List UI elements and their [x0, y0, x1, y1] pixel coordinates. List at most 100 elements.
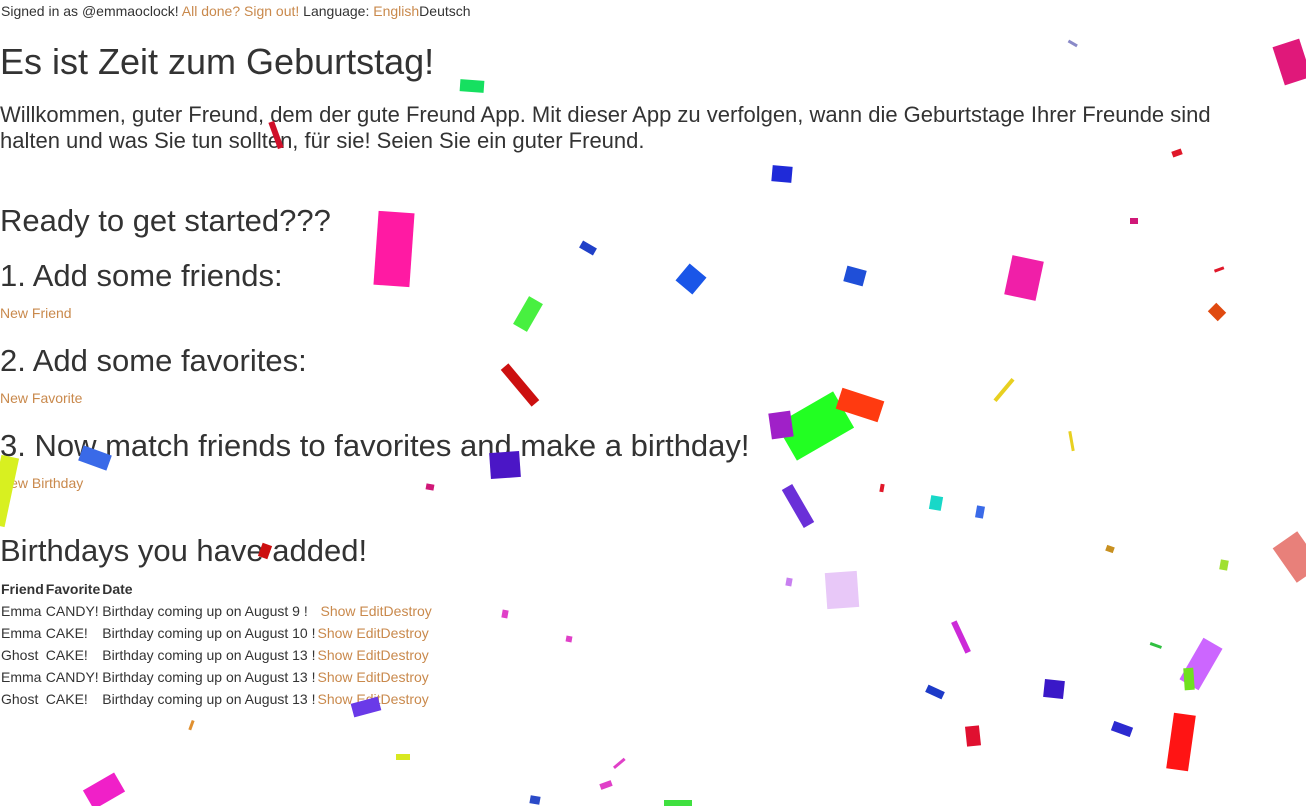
cell-friend: Ghost — [1, 647, 39, 663]
confetti-piece — [1149, 642, 1162, 649]
language-deutsch-link[interactable]: Deutsch — [419, 3, 470, 19]
cell-friend: Emma — [1, 625, 42, 641]
table-row: Ghost CAKE! Birthday coming up on August… — [0, 644, 433, 666]
cell-actions: Show EditDestroy — [317, 622, 433, 644]
confetti-piece — [500, 363, 540, 407]
confetti-piece — [925, 684, 945, 700]
cell-date: Birthday coming up on August 9 ! — [102, 603, 308, 619]
header-actions — [317, 578, 433, 600]
confetti-piece — [188, 719, 195, 731]
top-bar: Signed in as @emmaoclock! All done? Sign… — [1, 2, 471, 20]
language-english-link[interactable]: English — [373, 3, 419, 19]
edit-link[interactable]: Edit — [359, 603, 383, 619]
header-date: Date — [102, 581, 133, 597]
cell-date: Birthday coming up on August 13 ! — [102, 691, 316, 707]
confetti-piece — [1067, 39, 1078, 48]
confetti-piece — [1272, 38, 1306, 86]
cell-favorite: CANDY! — [45, 669, 99, 685]
intro-text: Willkommen, guter Freund, dem der gute F… — [0, 102, 1211, 153]
page: Signed in as @emmaoclock! All done? Sign… — [0, 0, 1306, 806]
confetti-piece — [1219, 559, 1229, 571]
cell-favorite: CANDY! — [45, 603, 99, 619]
confetti-piece — [529, 795, 541, 805]
cell-friend: Ghost — [1, 691, 39, 707]
cell-favorite: CAKE! — [45, 625, 88, 641]
step2-heading: 2. Add some favorites: — [0, 343, 307, 378]
cell-date: Birthday coming up on August 10 ! — [102, 625, 316, 641]
confetti-piece — [1105, 544, 1115, 554]
language-label: Language: — [303, 3, 370, 19]
step3-heading: 3. Now match friends to favorites and ma… — [0, 428, 750, 463]
confetti-piece — [513, 296, 543, 332]
confetti-piece — [1004, 255, 1044, 301]
show-link[interactable]: Show — [318, 647, 353, 663]
header-friend: Friend — [1, 581, 44, 597]
cell-actions: Show EditDestroy — [317, 666, 433, 688]
confetti-piece — [768, 410, 794, 440]
cell-friend: Emma — [1, 603, 42, 619]
confetti-piece — [1207, 302, 1227, 322]
confetti-piece — [1183, 667, 1195, 691]
birthdays-table: Friend Favorite Date Emma CANDY! Birthda… — [0, 578, 433, 710]
destroy-link[interactable]: Destroy — [384, 603, 432, 619]
confetti-piece — [1166, 712, 1196, 772]
table-row: Emma CANDY! Birthday coming up on August… — [0, 666, 433, 688]
edit-link[interactable]: Edit — [356, 669, 380, 685]
birthdays-added-heading: Birthdays you have added! — [0, 533, 368, 568]
confetti-piece — [785, 577, 793, 587]
edit-link[interactable]: Edit — [356, 625, 380, 641]
cell-actions: Show EditDestroy — [317, 644, 433, 666]
confetti-piece — [579, 240, 597, 256]
show-link[interactable]: Show — [318, 669, 353, 685]
confetti-piece — [1043, 679, 1065, 699]
table-row: Emma CAKE! Birthday coming up on August … — [0, 622, 433, 644]
destroy-link[interactable]: Destroy — [381, 669, 429, 685]
cell-friend: Emma — [1, 669, 42, 685]
confetti-piece — [1213, 266, 1225, 273]
cell-actions: Show EditDestroy — [317, 600, 433, 622]
confetti-piece — [1272, 531, 1306, 583]
confetti-piece — [843, 265, 867, 287]
show-link[interactable]: Show — [318, 691, 353, 707]
destroy-link[interactable]: Destroy — [381, 647, 429, 663]
confetti-piece — [373, 210, 415, 288]
confetti-piece — [459, 79, 485, 93]
cell-date: Birthday coming up on August 13 ! — [102, 647, 316, 663]
show-link[interactable]: Show — [321, 603, 356, 619]
confetti-piece — [1179, 637, 1223, 691]
confetti-piece — [675, 263, 707, 295]
confetti-piece — [964, 725, 982, 747]
confetti-piece — [879, 483, 885, 493]
page-title: Es ist Zeit zum Geburtstag! — [0, 41, 435, 82]
new-favorite-link[interactable]: New Favorite — [0, 389, 82, 407]
confetti-piece — [951, 620, 971, 654]
edit-link[interactable]: Edit — [356, 647, 380, 663]
confetti-piece — [835, 387, 885, 423]
cell-actions: Show EditDestroy — [317, 688, 433, 710]
signed-in-text: Signed in as @emmaoclock! — [1, 3, 179, 19]
cell-favorite: CAKE! — [45, 647, 88, 663]
confetti-piece — [396, 754, 410, 760]
confetti-piece — [82, 772, 126, 806]
confetti-piece — [1110, 720, 1134, 738]
destroy-link[interactable]: Destroy — [381, 625, 429, 641]
new-friend-link[interactable]: New Friend — [0, 304, 72, 322]
table-row: Ghost CAKE! Birthday coming up on August… — [0, 688, 433, 710]
show-link[interactable]: Show — [318, 625, 353, 641]
confetti-piece — [993, 377, 1015, 403]
step1-heading: 1. Add some friends: — [0, 258, 283, 293]
sign-out-link[interactable]: All done? Sign out! — [182, 3, 300, 19]
confetti-piece — [781, 483, 815, 529]
confetti-piece — [565, 635, 573, 643]
ready-heading: Ready to get started??? — [0, 203, 331, 238]
confetti-piece — [771, 165, 793, 183]
confetti-piece — [664, 800, 692, 806]
confetti-piece — [824, 570, 860, 610]
confetti-piece — [612, 757, 626, 770]
confetti-piece — [975, 505, 985, 519]
confetti-piece — [928, 495, 944, 511]
edit-link[interactable]: Edit — [356, 691, 380, 707]
confetti-piece — [425, 483, 435, 491]
new-birthday-link[interactable]: New Birthday — [0, 474, 83, 492]
destroy-link[interactable]: Destroy — [381, 691, 429, 707]
